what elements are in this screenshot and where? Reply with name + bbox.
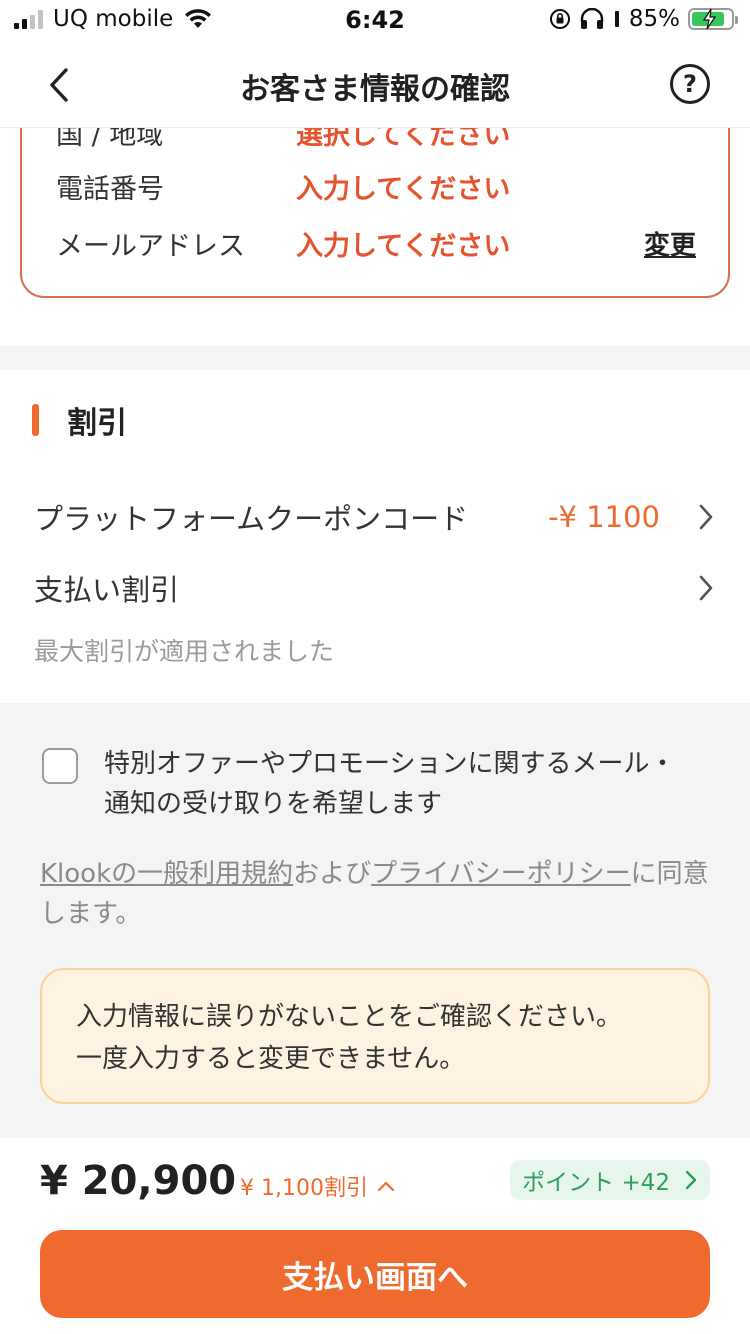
terms-of-use-link[interactable]: Klookの一般利用規約 [40, 859, 293, 889]
section-divider [0, 346, 750, 370]
promo-optin-label: 特別オファーやプロモーションに関するメール・通知の受け取りを希望します [104, 749, 676, 819]
notice-line: 入力情報に誤りがないことをご確認ください。 [76, 1002, 623, 1032]
proceed-to-payment-button[interactable]: 支払い画面へ [40, 1230, 710, 1318]
discount-summary-text: ¥ 1,100割引 [240, 1176, 368, 1201]
discount-summary-toggle[interactable]: ¥ 1,100割引 [240, 1170, 396, 1202]
chevron-right-icon [685, 1170, 697, 1190]
headphones-icon [580, 8, 604, 29]
navigation-bar: お客さま情報の確認 ? [0, 42, 750, 128]
chevron-right-icon [699, 504, 713, 530]
points-text: ポイント +42 [522, 1170, 670, 1196]
promo-optin-checkbox[interactable] [42, 748, 78, 784]
status-bar: UQ mobile 6:42 85% [0, 0, 750, 42]
notice-line: 一度入力すると変更できません。 [76, 1044, 466, 1074]
points-badge[interactable]: ポイント +42 [510, 1160, 710, 1200]
privacy-policy-link[interactable]: プライバシーポリシー [371, 859, 630, 889]
terms-agreement-text: Klookの一般利用規約およびプライバシーポリシーに同意します。 [40, 854, 720, 934]
help-button[interactable]: ? [670, 64, 710, 104]
discount-note: 最大割引が適用されました [34, 637, 335, 666]
contact-row-email[interactable]: メールアドレス 入力してください 変更 [56, 223, 696, 263]
contact-value: 入力してください [296, 173, 511, 205]
terms-connector: および [293, 859, 372, 889]
orientation-lock-icon [549, 9, 570, 29]
coupon-label: プラットフォームクーポンコード [34, 502, 469, 536]
chevron-up-icon [377, 1181, 395, 1192]
battery-percent: 85% [628, 6, 680, 32]
contact-row-phone[interactable]: 電話番号 入力してください [56, 166, 696, 206]
payment-discount-label: 支払い割引 [34, 573, 180, 607]
section-accent-bar [32, 404, 39, 436]
payment-discount-row[interactable]: 支払い割引 [34, 563, 716, 613]
change-contact-link[interactable]: 変更 [644, 225, 696, 262]
question-circle-icon: ? [683, 70, 697, 98]
confirmation-notice: 入力情報に誤りがないことをご確認ください。 一度入力すると変更できません。 [40, 968, 710, 1104]
total-price: ¥ 20,900 [40, 1158, 237, 1204]
contact-label: メールアドレス [56, 230, 245, 262]
discount-section-header: 割引 [32, 398, 127, 442]
battery-icon [688, 8, 738, 30]
contact-value: 入力してください [296, 230, 511, 262]
page-title: お客さま情報の確認 [240, 72, 510, 107]
contact-label: 電話番号 [56, 173, 164, 205]
checkout-bar: ¥ 20,900 ¥ 1,100割引 ポイント +42 支払い画面へ [0, 1138, 750, 1334]
coupon-code-row[interactable]: プラットフォームクーポンコード -¥ 1100 [34, 492, 716, 542]
chevron-right-icon [699, 575, 713, 601]
section-title: 割引 [67, 406, 127, 441]
coupon-amount: -¥ 1100 [548, 500, 660, 534]
location-arrow-icon [614, 11, 619, 27]
charging-bolt-icon [702, 8, 717, 30]
